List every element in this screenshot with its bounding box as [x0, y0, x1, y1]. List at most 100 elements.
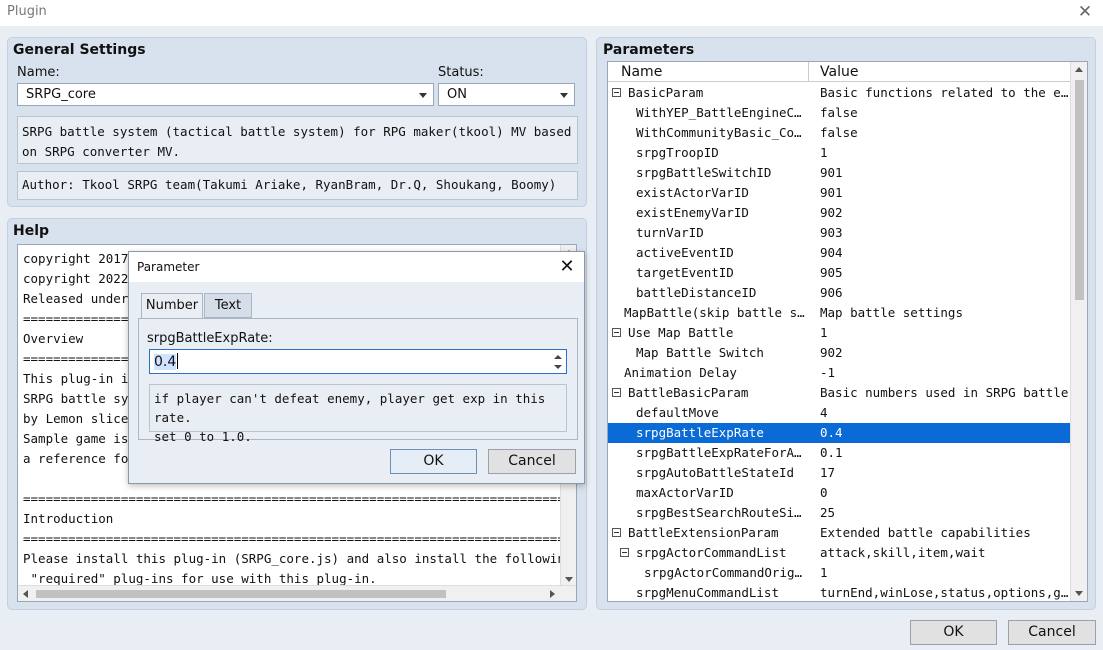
parameter-row[interactable]: existEnemyVarID 902	[608, 203, 1071, 223]
collapse-icon[interactable]	[612, 328, 621, 337]
parameter-value: 904	[820, 245, 843, 260]
help-horizontal-scrollbar[interactable]	[18, 585, 576, 601]
dialog-ok-button[interactable]: OK	[390, 449, 477, 474]
parameter-value: Basic functions related to the entire SR…	[820, 85, 1070, 100]
parameter-row[interactable]: srpgBestSearchRouteSize 25	[608, 503, 1071, 523]
parameter-name: BasicParam	[628, 85, 704, 100]
parameter-name: turnVarID	[636, 225, 704, 240]
column-header-name[interactable]: Name	[621, 64, 662, 80]
parameter-name: targetEventID	[636, 265, 734, 280]
parameter-row[interactable]: srpgTroopID 1	[608, 143, 1071, 163]
parameter-name: defaultMove	[636, 405, 719, 420]
parameter-row[interactable]: Use Map Battle 1	[608, 323, 1071, 343]
parameter-name: srpgBattleExpRateForActors	[636, 445, 806, 460]
scroll-up-button[interactable]	[1071, 62, 1087, 78]
parameter-value: -1	[820, 365, 836, 380]
dialog-close-icon[interactable]: ✕	[556, 255, 578, 279]
scroll-down-button[interactable]	[1071, 585, 1087, 601]
parameter-value: 906	[820, 285, 843, 300]
parameter-row[interactable]: srpgActorCommandOriginalId 1	[608, 563, 1071, 583]
parameter-value: 1	[820, 145, 828, 160]
parameter-row[interactable]: battleDistanceID 906	[608, 283, 1071, 303]
parameter-row[interactable]: MapBattle(skip battle scene) Map battle s…	[608, 303, 1071, 323]
dialog-title: Parameter	[137, 260, 200, 274]
plugin-author: Author: Tkool SRPG team(Takumi Ariake, R…	[17, 171, 578, 200]
parameter-name: srpgBestSearchRouteSize	[636, 505, 806, 520]
plugin-description: SRPG battle system (tactical battle syst…	[17, 116, 578, 164]
collapse-icon[interactable]	[612, 88, 621, 97]
ok-button[interactable]: OK	[910, 620, 997, 645]
parameter-value: 1	[820, 565, 828, 580]
parameter-name: srpgAutoBattleStateId	[636, 465, 795, 480]
parameter-row[interactable]: activeEventID 904	[608, 243, 1071, 263]
help-line: ========================================…	[23, 531, 577, 546]
parameters-title: Parameters	[603, 42, 695, 58]
parameters-vertical-scrollbar[interactable]	[1070, 62, 1087, 601]
parameter-row[interactable]: BasicParam Basic functions related to the…	[608, 83, 1071, 103]
parameter-row[interactable]: Map Battle Switch 902	[608, 343, 1071, 363]
parameter-value: 4	[820, 405, 828, 420]
parameter-row[interactable]: srpgActorCommandList attack,skill,item,wa…	[608, 543, 1071, 563]
horizontal-scroll-thumb[interactable]	[36, 590, 446, 598]
number-input-value: 0.4	[154, 354, 177, 370]
parameter-row[interactable]: turnVarID 903	[608, 223, 1071, 243]
parameter-value: 901	[820, 165, 843, 180]
collapse-icon[interactable]	[612, 388, 621, 397]
parameter-value: 902	[820, 345, 843, 360]
number-tab-pane: srpgBattleExpRate: 0.4 if player can't d…	[138, 318, 578, 444]
field-label: srpgBattleExpRate:	[147, 331, 273, 346]
parameter-name: WithYEP_BattleEngineCore	[636, 105, 806, 120]
parameter-name: srpgBattleSwitchID	[636, 165, 772, 180]
spin-up-icon[interactable]	[553, 352, 563, 362]
status-select[interactable]: ON	[438, 83, 575, 106]
general-settings-title: General Settings	[13, 42, 146, 58]
tab-number[interactable]: Number	[141, 293, 203, 320]
status-label: Status:	[438, 65, 484, 80]
parameter-name: Map Battle Switch	[636, 345, 764, 360]
parameter-value: false	[820, 125, 858, 140]
chevron-down-icon	[419, 93, 427, 98]
parameter-row[interactable]: targetEventID 905	[608, 263, 1071, 283]
parameter-row[interactable]: WithYEP_BattleEngineCore false	[608, 103, 1071, 123]
scroll-left-button[interactable]	[18, 586, 34, 601]
collapse-icon[interactable]	[620, 548, 629, 557]
parameters-group: Parameters Name Value BasicParam Basic fu…	[596, 37, 1096, 610]
parameter-name: Use Map Battle	[628, 325, 734, 340]
parameter-row[interactable]: srpgBattleExpRateForActors 0.1	[608, 443, 1071, 463]
column-header-value[interactable]: Value	[820, 64, 858, 80]
parameter-value: 903	[820, 225, 843, 240]
name-select[interactable]: SRPG_core	[17, 83, 434, 106]
column-divider	[808, 62, 809, 82]
name-select-value: SRPG_core	[26, 87, 96, 102]
parameter-value: false	[820, 105, 858, 120]
parameter-row[interactable]: srpgAutoBattleStateId 17	[608, 463, 1071, 483]
parameter-value: 902	[820, 205, 843, 220]
parameter-name: WithCommunityBasic_CoreEngine	[636, 125, 806, 140]
number-input[interactable]: 0.4	[149, 349, 567, 374]
parameter-row[interactable]: BattleExtensionParam Extended battle capa…	[608, 523, 1071, 543]
parameter-row[interactable]: BattleBasicParam Basic numbers used in SR…	[608, 383, 1071, 403]
parameter-row[interactable]: WithCommunityBasic_CoreEngine false	[608, 123, 1071, 143]
close-icon[interactable]: ✕	[1075, 1, 1095, 23]
parameter-value: 17	[820, 465, 836, 480]
parameter-row[interactable]: defaultMove 4	[608, 403, 1071, 423]
collapse-icon[interactable]	[612, 528, 621, 537]
parameter-row[interactable]: srpgBattleSwitchID 901	[608, 163, 1071, 183]
table-header: Name Value	[608, 62, 1071, 82]
parameter-row[interactable]: srpgMenuCommandList turnEnd,winLose,statu…	[608, 583, 1071, 601]
dialog-cancel-button[interactable]: Cancel	[488, 449, 576, 474]
scroll-right-button[interactable]	[544, 586, 560, 601]
parameter-value: attack,skill,item,wait	[820, 545, 986, 560]
parameter-row[interactable]: maxActorVarID 0	[608, 483, 1071, 503]
parameter-name: activeEventID	[636, 245, 734, 260]
parameter-row[interactable]: existActorVarID 901	[608, 183, 1071, 203]
parameter-row[interactable]: Animation Delay -1	[608, 363, 1071, 383]
parameter-name: srpgMenuCommandList	[636, 585, 779, 600]
cancel-button[interactable]: Cancel	[1008, 620, 1096, 645]
vertical-scroll-thumb[interactable]	[1075, 80, 1084, 300]
parameter-row[interactable]: srpgBattleExpRate 0.4	[608, 423, 1071, 443]
spin-down-icon[interactable]	[553, 362, 563, 372]
parameter-rows: BasicParam Basic functions related to the…	[608, 83, 1071, 601]
tab-text[interactable]: Text	[204, 293, 252, 318]
parameter-name: MapBattle(skip battle scene)	[624, 305, 806, 320]
